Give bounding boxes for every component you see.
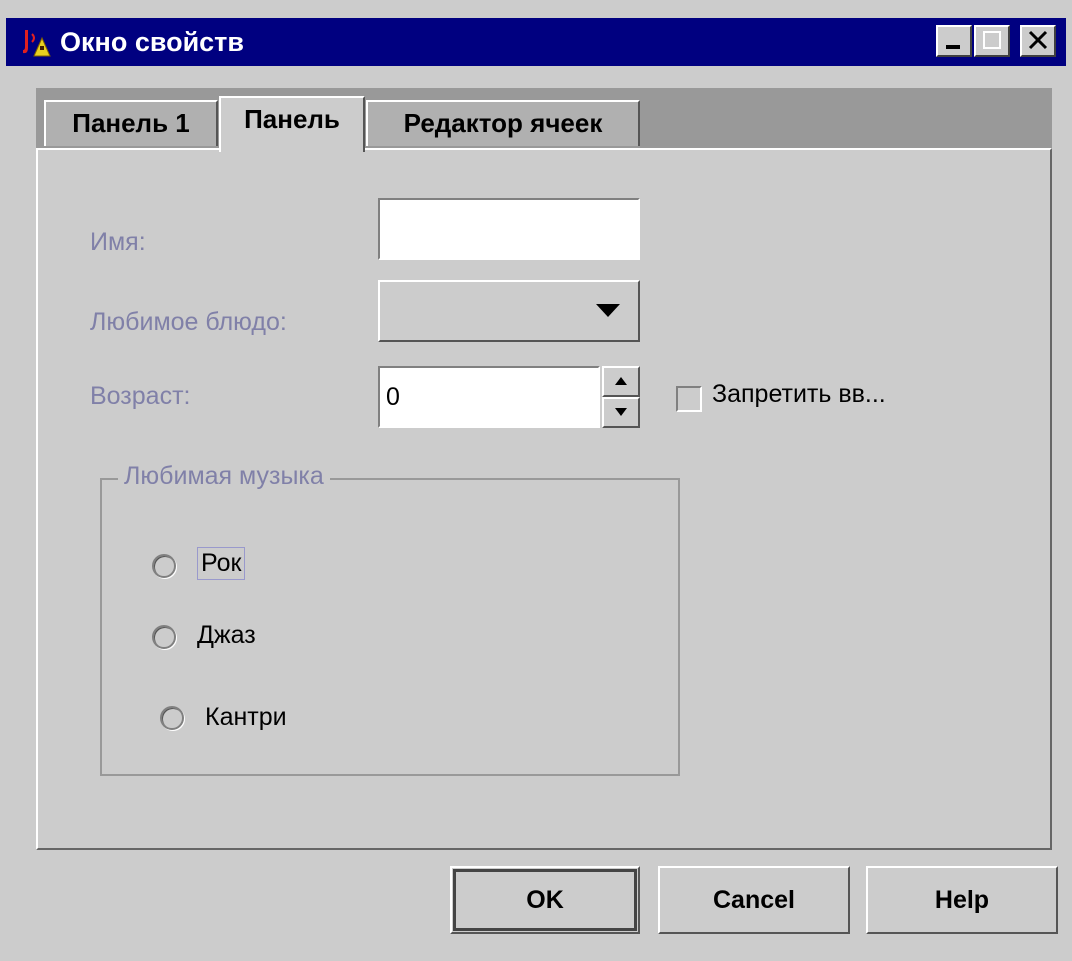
- favorite-music-group-title: Любимая музыка: [118, 462, 330, 491]
- cancel-button[interactable]: Cancel: [658, 866, 850, 934]
- radio-country[interactable]: [160, 706, 184, 730]
- radio-jazz-label[interactable]: Джаз: [197, 621, 256, 650]
- arrow-down-icon: [615, 408, 627, 416]
- title-bar[interactable]: Окно свойств: [6, 18, 1066, 66]
- window-title: Окно свойств: [60, 27, 245, 57]
- name-label: Имя:: [90, 228, 146, 256]
- tab-panel-1[interactable]: Панель 1: [44, 100, 218, 146]
- disable-input-checkbox-label[interactable]: Запретить вв...: [712, 380, 886, 409]
- radio-rock[interactable]: [152, 554, 176, 578]
- tab-cell-editor[interactable]: Редактор ячеек: [366, 100, 640, 146]
- disable-input-checkbox[interactable]: [676, 386, 702, 412]
- minimize-button[interactable]: [936, 25, 972, 57]
- help-button[interactable]: Help: [866, 866, 1058, 934]
- chevron-down-icon: [596, 304, 620, 317]
- maximize-icon: [983, 31, 1001, 49]
- spinner-up-button[interactable]: [602, 366, 640, 397]
- favorite-food-dropdown[interactable]: [378, 280, 640, 342]
- age-label: Возраст:: [90, 382, 191, 410]
- favorite-music-group: [100, 478, 680, 776]
- age-spinner-field[interactable]: 0: [378, 366, 600, 428]
- properties-window: Окно свойств Панель 1 Панель Редактор яч…: [0, 0, 1072, 961]
- ok-button[interactable]: OK: [450, 866, 640, 934]
- radio-jazz[interactable]: [152, 625, 176, 649]
- name-field[interactable]: [378, 198, 640, 260]
- java-app-icon: [23, 30, 51, 57]
- close-icon: [1028, 30, 1048, 50]
- favorite-food-label: Любимое блюдо:: [90, 308, 287, 336]
- minimize-icon: [946, 45, 960, 49]
- radio-rock-label[interactable]: Рок: [197, 547, 246, 580]
- spinner-down-button[interactable]: [602, 397, 640, 428]
- arrow-up-icon: [615, 377, 627, 385]
- radio-country-label[interactable]: Кантри: [205, 703, 287, 732]
- close-button[interactable]: [1020, 25, 1056, 57]
- maximize-button[interactable]: [974, 25, 1010, 57]
- tab-panel[interactable]: Панель: [219, 96, 365, 152]
